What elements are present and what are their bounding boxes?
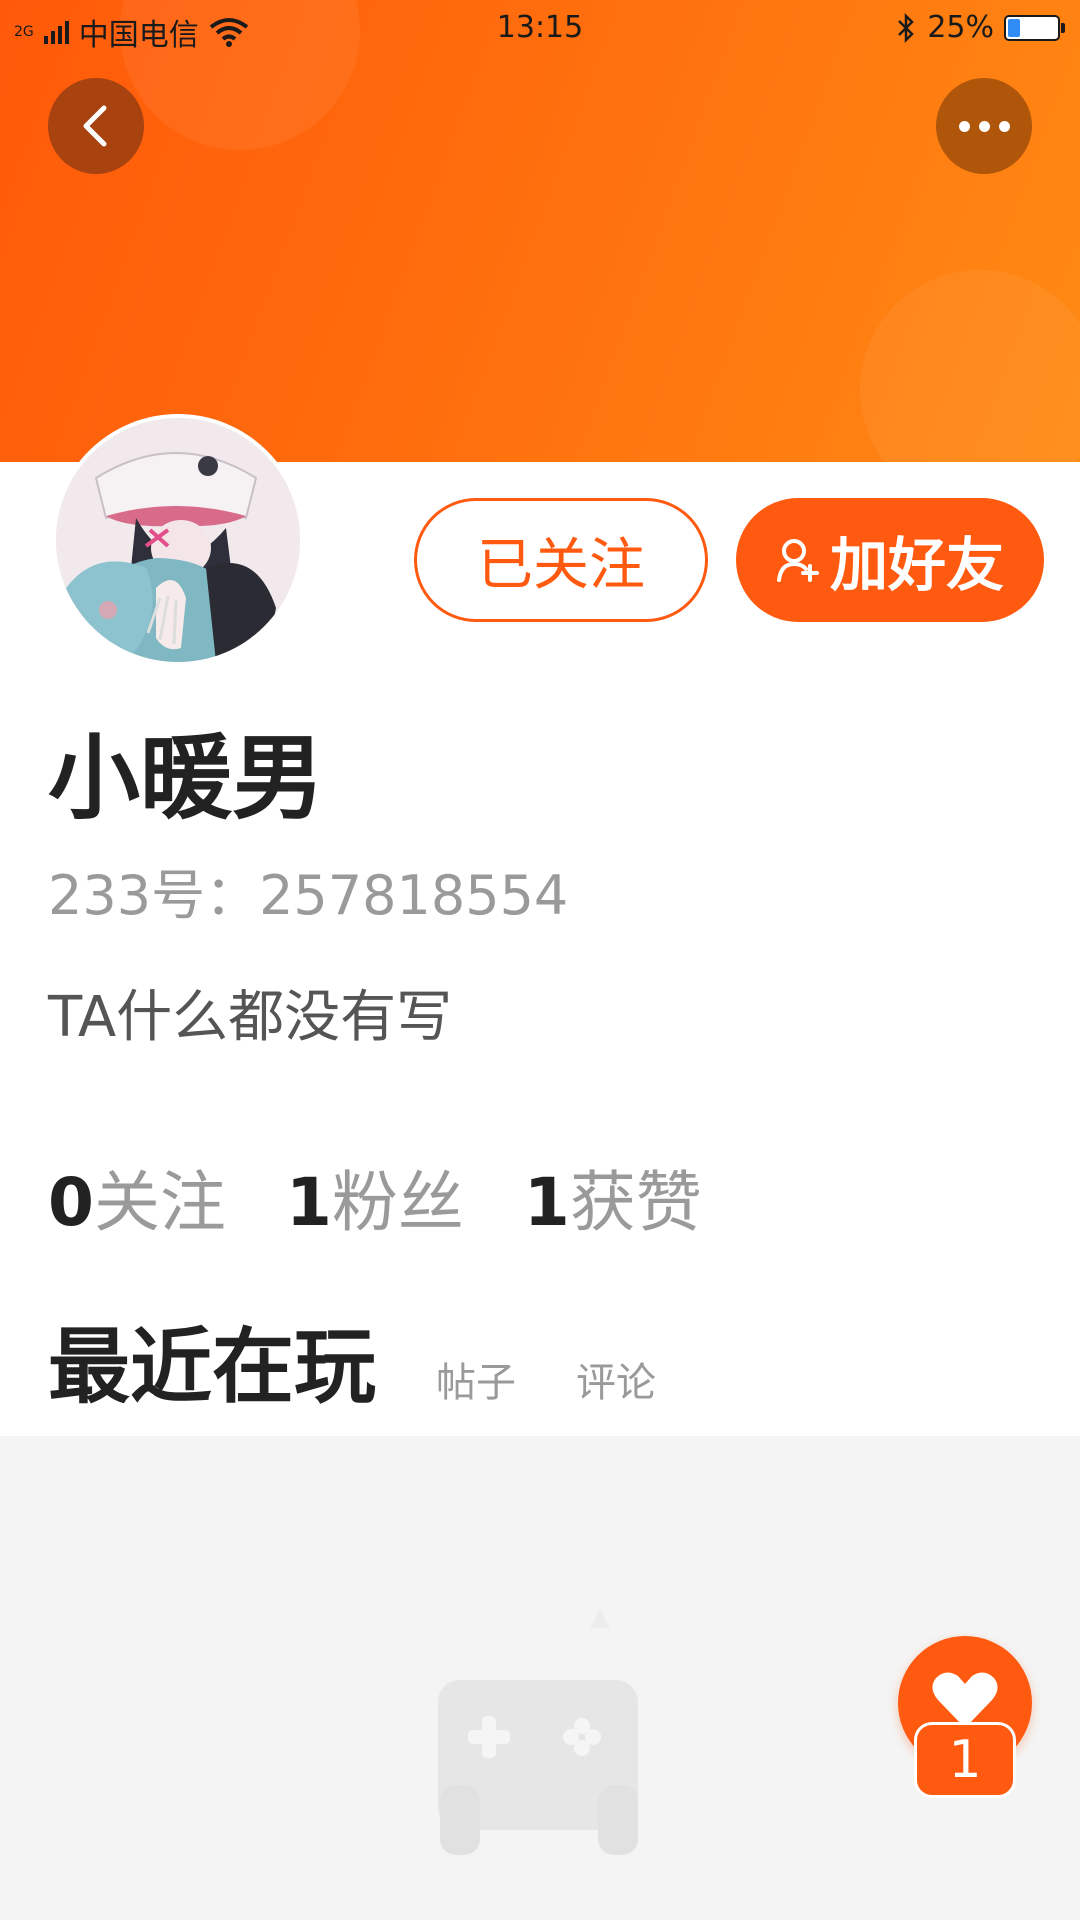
stat-fans[interactable]: 1粉丝: [286, 1164, 464, 1242]
stat-following[interactable]: 0关注: [48, 1164, 226, 1242]
like-count-badge: 1: [914, 1722, 1016, 1798]
battery-level: [1008, 18, 1020, 37]
anime-avatar-image: [56, 418, 300, 662]
tab-comments[interactable]: 评论: [576, 1348, 656, 1418]
banner-decoration: [860, 270, 1080, 462]
profile-name: 小暖男: [48, 725, 325, 832]
battery-percent: 25%: [927, 10, 994, 45]
user-plus-icon: [776, 539, 819, 582]
profile-stats: 0关注 1粉丝 1获赞: [48, 1164, 702, 1242]
more-horizontal-icon: [958, 120, 1010, 132]
stat-number: 1: [285, 1164, 332, 1241]
add-friend-label: 加好友: [829, 531, 1004, 599]
stat-number: 0: [48, 1164, 94, 1241]
followed-label: 已关注: [477, 532, 645, 598]
stat-label: 粉丝: [331, 1164, 464, 1241]
battery-icon: [1004, 14, 1065, 41]
profile-banner: [0, 0, 1080, 462]
tab-posts[interactable]: 帖子: [436, 1348, 516, 1418]
profile-bio: TA什么都没有写: [48, 985, 453, 1050]
bluetooth-icon: [898, 12, 915, 43]
profile-tabs: 最近在玩 帖子 评论: [48, 1318, 656, 1450]
stat-label: 关注: [93, 1164, 226, 1241]
stat-likes[interactable]: 1获赞: [524, 1164, 702, 1242]
chevron-left-icon: [83, 105, 107, 147]
tab-label: 最近在玩: [48, 1320, 377, 1415]
avatar[interactable]: [52, 414, 304, 666]
gamepad-icon: [438, 1610, 638, 1855]
back-button[interactable]: [48, 78, 144, 174]
status-bar: 2G 中国电信 13:15 25%: [0, 0, 1080, 56]
stat-label: 获赞: [569, 1164, 702, 1241]
stat-number: 1: [523, 1164, 570, 1241]
tab-recently-played[interactable]: 最近在玩: [48, 1318, 377, 1450]
followed-button[interactable]: 已关注: [414, 498, 708, 622]
add-friend-button[interactable]: 加好友: [736, 498, 1044, 622]
more-options-button[interactable]: [936, 78, 1032, 174]
profile-id: 233号：257818554: [48, 864, 569, 927]
